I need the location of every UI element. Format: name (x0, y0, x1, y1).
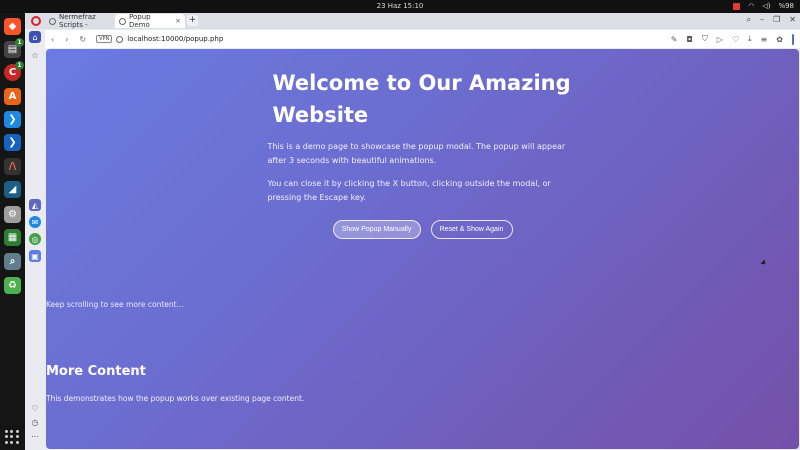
extension-icon[interactable]: ▣ (29, 250, 41, 262)
favorites-heart-icon[interactable]: ♡ (29, 402, 41, 414)
battery-level[interactable]: %98 (778, 2, 794, 10)
whatsapp-icon[interactable]: ◎ (29, 233, 41, 245)
menu-icon[interactable]: ≡ (761, 35, 768, 44)
tab-strip: Nermefraz Scripts - Popup Demo × + ⌕ – ❐… (25, 13, 800, 29)
new-tab-button[interactable]: + (187, 15, 198, 26)
record-icon[interactable] (733, 2, 741, 10)
scroll-hint-text: Keep scrolling to see more content... (46, 300, 184, 309)
download-icon[interactable]: ⤓ (748, 34, 752, 44)
files-app-icon[interactable]: ▤ 1 (4, 38, 24, 58)
window-controls: ⌕ – ❐ ✕ (747, 15, 796, 25)
app-store-icon[interactable]: A (4, 88, 21, 105)
tab-label: Nermefraz Scripts - (59, 13, 96, 29)
back-icon[interactable]: ‹ (51, 35, 54, 44)
settings-icon[interactable]: ⚙ (4, 206, 21, 223)
opera-menu-icon[interactable] (31, 16, 41, 26)
recycle-bin-icon[interactable]: ♻ (4, 277, 21, 294)
spreadsheet-icon[interactable]: ▦ (4, 229, 21, 246)
search-app-icon[interactable]: ⌕ (4, 253, 21, 270)
bookmarks-star-icon[interactable]: ☆ (29, 49, 41, 61)
editor-app-icon[interactable]: /\ (4, 158, 21, 175)
play-icon[interactable]: ▷ (717, 35, 723, 44)
mouse-cursor-icon (760, 259, 768, 267)
url-field[interactable]: localhost:10000/popup.php (127, 35, 223, 43)
minimize-icon[interactable]: – (760, 15, 764, 25)
address-bar-actions: ✎ ◘ ⛉ ▷ ♡ ⤓ ≡ ✿ (671, 33, 794, 45)
network-icon[interactable]: ◠ (748, 2, 754, 10)
vscode-icon[interactable]: ❯ (4, 111, 21, 128)
tab-label: Popup Demo (129, 13, 151, 29)
globe-icon (49, 17, 56, 25)
history-clock-icon[interactable]: ◷ (29, 416, 41, 428)
reload-icon[interactable]: ↻ (79, 35, 86, 44)
extensions-icon[interactable]: ✿ (776, 35, 783, 44)
intro-text: This is a demo page to showcase the popu… (267, 142, 566, 165)
tab-popup-demo[interactable]: Popup Demo × (115, 13, 185, 29)
dock: ◆ ▤ 1 C1 A ❯ ❯ /\ ◢ ⚙ ▦ ⌕ ♻ (0, 13, 25, 450)
more-options-icon[interactable]: ⋯ (29, 430, 41, 442)
brave-browser-icon[interactable]: ◆ (4, 18, 21, 35)
site-info-icon[interactable] (116, 35, 124, 43)
system-tray[interactable]: ◠ ◁) %98 (733, 2, 794, 10)
more-content-heading: More Content (46, 364, 146, 379)
mysql-workbench-icon[interactable]: ◢ (4, 181, 21, 198)
heart-icon[interactable]: ♡ (732, 35, 739, 44)
globe-icon (119, 17, 126, 25)
button-row: Show Popup Manually Reset & Show Again (46, 220, 799, 239)
close-instructions-text: You can close it by clicking the X butto… (267, 179, 551, 202)
close-tab-icon[interactable]: × (175, 17, 181, 25)
home-icon[interactable]: ⌂ (29, 31, 41, 43)
vscode-insiders-icon[interactable]: ❯ (4, 134, 21, 151)
notification-badge-icon: 1 (15, 38, 24, 47)
edit-icon[interactable]: ✎ (671, 35, 678, 44)
address-bar: ‹ › ↻ VPN localhost:10000/popup.php ✎ ◘ … (45, 30, 800, 48)
system-clock[interactable]: 23 Haz 15:10 (0, 2, 800, 10)
browser-window: Nermefraz Scripts - Popup Demo × + ⌕ – ❐… (25, 13, 800, 450)
vpn-badge[interactable]: VPN (96, 35, 113, 43)
forward-icon[interactable]: › (65, 35, 68, 44)
search-tabs-icon[interactable]: ⌕ (747, 15, 751, 25)
show-apps-icon[interactable] (5, 430, 19, 444)
aria-icon[interactable]: ◭ (29, 199, 41, 211)
page-viewport[interactable]: Welcome to Our Amazing Website This is a… (46, 49, 799, 449)
camera-icon[interactable]: ◘ (686, 35, 692, 44)
system-top-bar: 23 Haz 15:10 ◠ ◁) %98 (0, 0, 800, 13)
opera-sidebar: ⌂ ☆ ◭ ✉ ◎ ▣ ♡ ◷ ⋯ (25, 30, 45, 450)
more-content-text: This demonstrates how the popup works ov… (46, 394, 305, 403)
page-title: Welcome to Our Amazing Website (272, 71, 571, 127)
volume-icon[interactable]: ◁) (762, 2, 770, 10)
navigation-buttons: ‹ › ↻ (51, 35, 86, 44)
tab-nermefraz[interactable]: Nermefraz Scripts - (45, 13, 113, 29)
show-popup-button[interactable]: Show Popup Manually (332, 220, 421, 239)
notification-badge-icon: 1 (15, 61, 24, 70)
opera-app-icon[interactable]: C1 (4, 61, 24, 81)
restore-icon[interactable]: ❐ (773, 15, 780, 25)
shield-icon[interactable]: ⛉ (702, 34, 708, 44)
messenger-icon[interactable]: ✉ (29, 216, 41, 228)
close-window-icon[interactable]: ✕ (789, 15, 796, 25)
sidebar-indicator (792, 33, 794, 45)
reset-show-button[interactable]: Reset & Show Again (430, 220, 513, 239)
